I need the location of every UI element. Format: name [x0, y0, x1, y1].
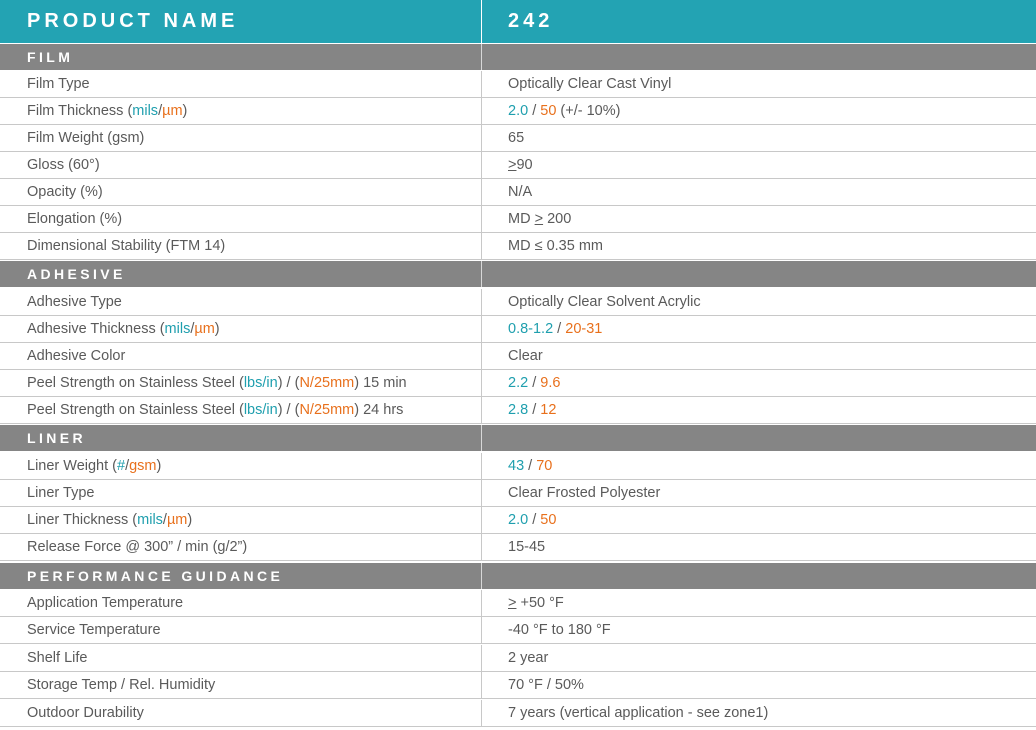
section-value-empty: [481, 563, 1036, 589]
row-label: Liner Type: [27, 485, 95, 501]
table-row: Service Temperature -40 °F to 180 °F: [0, 617, 1036, 644]
table-row: Film Type Optically Clear Cast Vinyl: [0, 71, 1036, 98]
row-value: 43 / 70: [481, 453, 1036, 479]
row-label: Liner Thickness (mils / µm): [27, 512, 193, 528]
row-value: 2.0 / 50 (+/- 10%): [481, 98, 1036, 124]
table-row: Film Weight (gsm) 65: [0, 125, 1036, 152]
row-label: Service Temperature: [27, 622, 161, 638]
row-value: 70 °F / 50%: [481, 672, 1036, 698]
table-row: Gloss (60°) >90: [0, 152, 1036, 179]
section-title: FILM: [27, 49, 74, 65]
row-label: Opacity (%): [27, 184, 103, 200]
table-row: Shelf Life 2 year: [0, 645, 1036, 672]
table-header-row: PRODUCT NAME 242: [0, 0, 1036, 43]
section-header-liner: LINER: [0, 425, 1036, 451]
row-value: 7 years (vertical application - see zone…: [481, 700, 1036, 726]
section-header-film: FILM: [0, 44, 1036, 70]
row-value: Optically Clear Cast Vinyl: [481, 71, 1036, 97]
row-label: Film Thickness (mils / µm): [27, 103, 188, 119]
table-row: Opacity (%) N/A: [0, 179, 1036, 206]
row-value: -40 °F to 180 °F: [481, 617, 1036, 643]
product-spec-table: PRODUCT NAME 242 FILM Film Type Opticall…: [0, 0, 1036, 730]
table-row: Peel Strength on Stainless Steel (lbs/in…: [0, 370, 1036, 397]
section-title: LINER: [27, 430, 86, 446]
section-value-empty: [481, 44, 1036, 70]
row-label: Elongation (%): [27, 211, 123, 227]
row-label: Outdoor Durability: [27, 705, 144, 721]
product-name-label: PRODUCT NAME: [27, 10, 239, 32]
table-row: Liner Type Clear Frosted Polyester: [0, 480, 1036, 507]
row-label: Film Type: [27, 76, 90, 92]
row-label: Film Weight (gsm): [27, 130, 145, 146]
section-header-performance: PERFORMANCE GUIDANCE: [0, 563, 1036, 589]
row-label: Release Force @ 300” / min (g/2”): [27, 539, 248, 555]
row-value: 2.2 / 9.6: [481, 370, 1036, 396]
section-title: ADHESIVE: [27, 266, 126, 282]
row-label: Gloss (60°): [27, 157, 100, 173]
row-label: Peel Strength on Stainless Steel (lbs/in…: [27, 375, 407, 391]
row-value: 15-45: [481, 534, 1036, 560]
section-value-empty: [481, 425, 1036, 451]
row-label: Application Temperature: [27, 595, 184, 611]
row-value: 0.8-1.2 / 20-31: [481, 316, 1036, 342]
table-row: Dimensional Stability (FTM 14) MD ≤ 0.35…: [0, 233, 1036, 260]
table-row: Release Force @ 300” / min (g/2”) 15-45: [0, 534, 1036, 561]
row-label: Dimensional Stability (FTM 14): [27, 238, 226, 254]
product-name-value: 242: [481, 0, 1036, 43]
row-value: 2.8 / 12: [481, 397, 1036, 423]
row-label: Shelf Life: [27, 650, 88, 666]
row-value: Clear Frosted Polyester: [481, 480, 1036, 506]
table-row: Liner Thickness (mils / µm) 2.0 / 50: [0, 507, 1036, 534]
section-header-adhesive: ADHESIVE: [0, 261, 1036, 287]
table-row: Outdoor Durability 7 years (vertical app…: [0, 700, 1036, 727]
row-value: MD > 200: [481, 206, 1036, 232]
row-value: 2.0 / 50: [481, 507, 1036, 533]
section-value-empty: [481, 261, 1036, 287]
table-row: Adhesive Thickness (mils / µm) 0.8-1.2 / 2…: [0, 316, 1036, 343]
row-value: Optically Clear Solvent Acrylic: [481, 289, 1036, 315]
row-label: Adhesive Type: [27, 294, 122, 310]
row-value: N/A: [481, 179, 1036, 205]
section-title: PERFORMANCE GUIDANCE: [27, 568, 284, 584]
row-label: Peel Strength on Stainless Steel (lbs/in…: [27, 402, 404, 418]
table-row: Storage Temp / Rel. Humidity 70 °F / 50%: [0, 672, 1036, 699]
row-label: Liner Weight (# / gsm): [27, 458, 162, 474]
table-row: Application Temperature > +50 °F: [0, 590, 1036, 617]
row-value: MD ≤ 0.35 mm: [481, 233, 1036, 259]
row-label: Adhesive Thickness (mils / µm): [27, 321, 220, 337]
row-value: > +50 °F: [481, 590, 1036, 616]
row-label: Storage Temp / Rel. Humidity: [27, 677, 216, 693]
table-row: Film Thickness (mils / µm) 2.0 / 50 (+/- 1…: [0, 98, 1036, 125]
table-row: Adhesive Color Clear: [0, 343, 1036, 370]
table-row: Peel Strength on Stainless Steel (lbs/in…: [0, 397, 1036, 424]
row-value: >90: [481, 152, 1036, 178]
table-row: Elongation (%) MD > 200: [0, 206, 1036, 233]
table-row: Adhesive Type Optically Clear Solvent Ac…: [0, 289, 1036, 316]
row-value: Clear: [481, 343, 1036, 369]
table-row: Liner Weight (# / gsm) 43 / 70: [0, 453, 1036, 480]
row-value: 65: [481, 125, 1036, 151]
row-label: Adhesive Color: [27, 348, 126, 364]
row-value: 2 year: [481, 645, 1036, 671]
